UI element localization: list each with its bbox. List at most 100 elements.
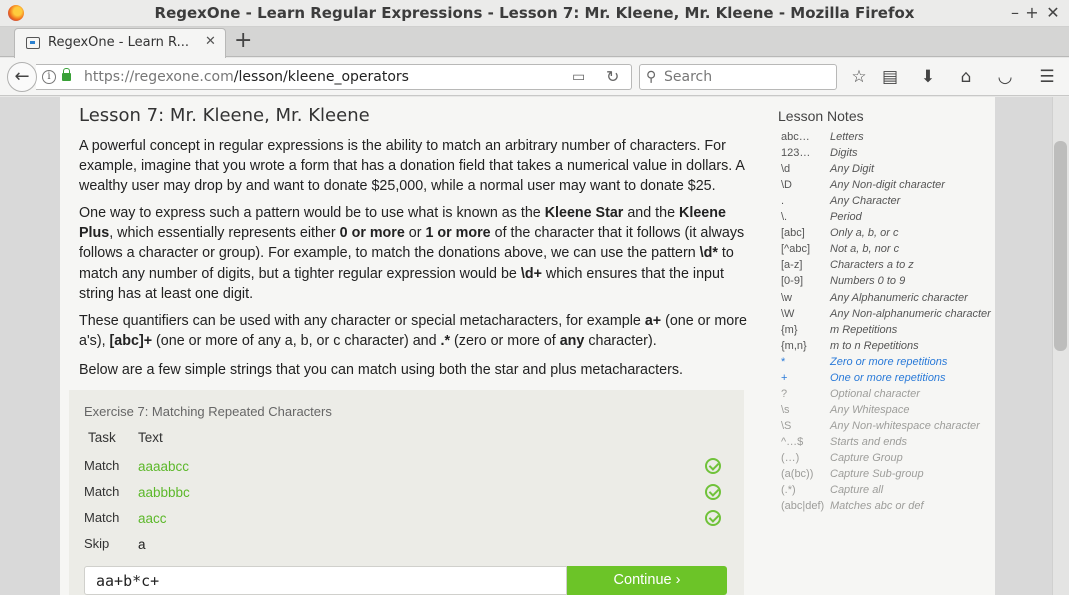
text: character). [584,333,657,350]
note-item: (.*) Capture all [60,484,883,500]
continue-button[interactable]: Continue › [567,566,727,595]
note-description: Any Digit [830,163,875,176]
page-content: Lesson 7: Mr. Kleene, Mr. Kleene A power… [60,97,995,595]
note-item: \D Any Non-digit character [60,179,945,195]
downloads-icon[interactable]: ⬇ [917,66,939,88]
note-description: Optional character [830,387,920,400]
reader-view-icon[interactable]: ▭ [572,69,585,85]
note-description: Only a, b, or c [830,227,899,240]
note-description: Zero or more repetitions [830,355,948,368]
note-description: Any Non-whitespace character [830,419,980,432]
note-item: [0-9] Numbers 0 to 9 [60,275,905,291]
regexone-favicon-icon [26,37,40,49]
note-description: Capture Group [830,452,903,464]
note-symbol: [abc] [781,227,805,240]
maximize-button[interactable]: + [1023,3,1041,23]
url-bar[interactable]: i https://regexone.com/lesson/kleene_ope… [36,64,632,90]
term-one-or-more: 1 or more [425,225,491,242]
site-info-icon[interactable]: i [42,70,56,84]
note-description: Any Non-digit character [830,179,945,192]
note-item: \W Any Non-alphanumeric character [60,308,991,324]
note-description: Any Alphanumeric character [830,291,968,304]
minimize-button[interactable]: – [1006,3,1024,23]
note-symbol: . [781,195,785,208]
bookmark-star-icon[interactable]: ☆ [848,66,870,88]
note-item: \s Any Whitespace [60,404,909,420]
lock-icon [62,68,71,81]
note-symbol: + [781,371,788,384]
reload-icon[interactable]: ↻ [606,67,619,86]
note-symbol: abc… [781,131,810,143]
search-input[interactable] [664,67,832,87]
url-path: /lesson/kleene_operators [233,69,409,85]
note-symbol: 123… [781,147,811,160]
note-item: \w Any Alphanumeric character [60,292,968,308]
note-description: m to n Repetitions [830,339,919,352]
note-item: * Zero or more repetitions [60,356,947,372]
term-kleene-star: Kleene Star [544,205,624,221]
note-item: + One or more repetitions [60,372,946,388]
url-text[interactable]: https://regexone.com/lesson/kleene_opera… [84,69,409,85]
tab-close-icon[interactable]: ✕ [205,34,216,49]
code-digit-plus: \d+ [520,265,542,282]
back-button[interactable]: ← [7,62,37,92]
home-icon[interactable]: ⌂ [955,66,977,88]
search-bar[interactable]: ⚲ [639,64,837,90]
note-description: Period [830,211,862,224]
note-item: 123… Digits [60,147,858,163]
bookmarks-library-icon[interactable]: ▤ [879,66,901,88]
code-a-plus: a+ [644,313,662,329]
note-description: Digits [830,147,858,160]
note-description: Any Non-alphanumeric character [830,307,991,320]
note-item: (a(bc)) Capture Sub-group [60,468,924,484]
menu-icon[interactable]: ☰ [1036,66,1058,88]
exercise-row: Skip a [69,532,744,558]
pocket-icon[interactable]: ◡ [994,66,1016,88]
note-description: Capture all [830,484,884,497]
exercise-text: a [138,537,146,552]
note-description: Any Whitespace [830,403,910,416]
title-bar: RegexOne - Learn Regular Expressions - L… [0,0,1069,27]
note-item: ^…$ Starts and ends [60,436,907,452]
note-symbol: ^…$ [781,435,804,448]
browser-window: RegexOne - Learn Regular Expressions - L… [0,0,1069,595]
check-icon [705,484,721,500]
note-symbol: \D [781,179,792,192]
note-description: Not a, b, nor c [830,243,900,256]
note-item: [a-z] Characters a to z [60,259,914,275]
note-item: . Any Character [60,195,900,211]
note-symbol: {m} [781,323,798,336]
note-symbol: \s [781,403,790,416]
scrollbar-thumb[interactable] [1054,141,1067,351]
tab-regexone[interactable]: RegexOne - Learn R... ✕ [14,28,226,58]
note-symbol: * [781,355,786,368]
new-tab-button[interactable]: + [234,29,252,53]
note-description: Any Character [830,195,901,208]
note-item: (abc|def) Matches abc or def [60,500,924,516]
close-window-button[interactable]: ✕ [1044,3,1062,23]
text: (zero or more of [450,333,560,350]
regex-answer-input[interactable]: aa+b*c+ [84,566,567,595]
check-icon [705,510,721,526]
note-symbol: \w [781,291,792,304]
note-symbol: [a-z] [781,259,803,272]
check-icon [705,458,721,474]
note-symbol: {m,n} [781,339,807,352]
note-description: m Repetitions [830,323,898,336]
note-symbol: (a(bc)) [781,468,814,481]
note-item: \. Period [60,211,862,227]
note-symbol: (abc|def) [781,500,825,513]
note-item: abc… Letters [60,131,864,147]
note-item: \d Any Digit [60,163,874,179]
window-title: RegexOne - Learn Regular Expressions - L… [154,4,915,22]
note-symbol: [^abc] [781,243,811,256]
note-symbol: (.*) [781,484,796,497]
code-dot-star: .* [440,333,451,350]
note-symbol: \S [781,419,792,432]
note-symbol: \d [781,163,791,176]
note-description: Matches abc or def [830,500,924,513]
note-description: Starts and ends [830,435,908,448]
lesson-title: Lesson 7: Mr. Kleene, Mr. Kleene [79,105,370,126]
note-item: {m} m Repetitions [60,324,897,340]
note-description: Numbers 0 to 9 [830,275,906,288]
